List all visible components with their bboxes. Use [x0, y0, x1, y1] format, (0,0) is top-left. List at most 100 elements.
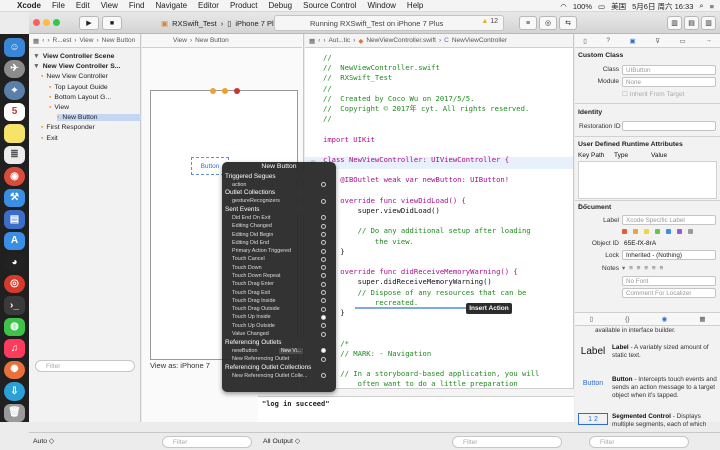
menu-debug[interactable]: Debug: [269, 1, 293, 10]
scheme-selector[interactable]: ▣ RXSwift_Test › ▯ iPhone 7 Plus: [161, 16, 282, 30]
connection-circle-icon[interactable]: [321, 273, 326, 279]
menu-product[interactable]: Product: [230, 1, 258, 10]
outline-item[interactable]: ▪ New Button: [57, 114, 141, 122]
menu-navigate[interactable]: Navigate: [155, 1, 187, 10]
code-line[interactable]: super.viewDidLoad(): [323, 206, 440, 216]
hud-connection-item[interactable]: Touch Down Repeat: [222, 272, 336, 280]
udra-col-type[interactable]: Type: [614, 152, 628, 159]
class-field[interactable]: UIButton: [622, 65, 716, 75]
connection-circle-icon[interactable]: [321, 348, 326, 354]
jump-item[interactable]: R...est: [53, 37, 72, 44]
exit-icon[interactable]: [234, 88, 240, 94]
chrome-icon[interactable]: ◉: [4, 167, 25, 186]
quick-help-icon[interactable]: ?: [606, 37, 610, 44]
close-window-button[interactable]: [33, 19, 40, 26]
debug-console[interactable]: "log in succeed": [258, 388, 574, 422]
jump-item[interactable]: View: [79, 37, 93, 44]
library-filter[interactable]: Filter: [589, 436, 689, 448]
safari-icon[interactable]: ⌖: [4, 81, 25, 100]
connection-circle-icon[interactable]: [321, 182, 326, 188]
trash-icon[interactable]: 🗑: [4, 403, 25, 422]
outline-item[interactable]: ▪ New View Controller: [41, 73, 141, 80]
zoom-window-button[interactable]: [53, 19, 60, 26]
outline-item[interactable]: ▪ View: [49, 104, 141, 111]
font-field[interactable]: No Font: [622, 276, 716, 286]
jump-item[interactable]: New Button: [102, 37, 136, 44]
hud-connection-item[interactable]: Touch Up Outside: [222, 322, 336, 330]
xcode-icon[interactable]: ⚒: [4, 188, 25, 207]
connection-circle-icon[interactable]: [321, 265, 326, 271]
size-inspector-icon[interactable]: ▭: [680, 37, 686, 45]
connection-circle-icon[interactable]: [321, 323, 326, 329]
hud-section-header[interactable]: Outlet Collections: [222, 188, 336, 198]
hud-connection-item[interactable]: Value Changed: [222, 330, 336, 338]
code-line[interactable]: the view.: [323, 237, 414, 247]
hud-section-header[interactable]: Sent Events: [222, 205, 336, 214]
hud-connection-item[interactable]: action: [222, 180, 336, 188]
grid-icon[interactable]: ▦: [33, 37, 39, 45]
module-field[interactable]: None: [622, 77, 716, 87]
menu-icon[interactable]: ≡: [710, 2, 714, 11]
code-line[interactable]: // Dispose of any resources that can be: [323, 288, 527, 298]
variables-filter[interactable]: Filter: [162, 436, 252, 448]
outline-filter[interactable]: Filter: [35, 360, 135, 372]
connection-circle-icon[interactable]: [321, 306, 326, 312]
hud-connection-item[interactable]: Editing Did Begin: [222, 230, 336, 238]
chevron-left-icon[interactable]: ‹: [42, 37, 44, 44]
console-filter[interactable]: Filter: [452, 436, 562, 448]
notes-icon[interactable]: [4, 124, 25, 143]
hud-connection-item[interactable]: Touch Up Inside: [222, 313, 336, 321]
hud-connection-item[interactable]: Touch Drag Inside: [222, 297, 336, 305]
simulator-icon[interactable]: ▤: [4, 210, 25, 229]
menu-find[interactable]: Find: [129, 1, 145, 10]
minimize-window-button[interactable]: [43, 19, 50, 26]
code-line[interactable]: override func didReceiveMemoryWarning() …: [323, 267, 517, 277]
code-line[interactable]: override func viewDidLoad() {: [323, 196, 466, 206]
label-color-swatch[interactable]: [633, 229, 638, 234]
label-color-swatches[interactable]: [622, 229, 695, 234]
chevron-right-icon[interactable]: ›: [323, 37, 325, 44]
comment-field[interactable]: Comment For Localizer: [622, 288, 716, 298]
hud-section-header[interactable]: Referencing Outlet Collections: [222, 363, 336, 372]
connection-circle-icon[interactable]: [321, 290, 326, 296]
inherit-checkbox[interactable]: ☐ Inherit From Target: [622, 90, 684, 98]
code-snippet-icon[interactable]: {}: [625, 316, 629, 323]
object-library-icon[interactable]: ◉: [662, 315, 668, 323]
udra-col-value[interactable]: Value: [651, 152, 667, 159]
outline-item[interactable]: ▪ Top Layout Guide: [49, 84, 141, 91]
connection-circle-icon[interactable]: [321, 198, 326, 204]
view-as-device[interactable]: View as: iPhone 7: [150, 361, 210, 370]
finder-icon[interactable]: ☺: [4, 38, 25, 57]
outline-item[interactable]: ▪ Bottom Layout G...: [49, 94, 141, 101]
connection-circle-icon[interactable]: [321, 356, 326, 362]
code-line[interactable]: //: [323, 84, 332, 94]
connection-circle-icon[interactable]: [321, 232, 326, 237]
outline-item[interactable]: ▪ Exit: [41, 135, 141, 142]
jump-item[interactable]: View: [173, 37, 187, 44]
stop-button[interactable]: ■: [102, 16, 122, 30]
code-line[interactable]: // Copyright © 2017年 cyt. All rights res…: [323, 104, 529, 114]
hud-connection-item[interactable]: Touch Drag Outside: [222, 305, 336, 313]
connection-circle-icon[interactable]: [321, 314, 326, 320]
grid-icon[interactable]: ▦: [309, 37, 315, 45]
file-inspector-icon[interactable]: ▯: [583, 37, 587, 45]
code-line[interactable]: // MARK: - Navigation: [323, 349, 431, 359]
connection-circle-icon[interactable]: [321, 240, 326, 246]
library-item-button[interactable]: Button Button - Intercepts touch events …: [575, 376, 720, 400]
library-item-segmented[interactable]: 1 2 Segmented Control - Displays multipl…: [575, 413, 720, 429]
menu-help[interactable]: Help: [407, 1, 423, 10]
media-library-icon[interactable]: ▦: [699, 315, 705, 323]
code-line[interactable]: //: [323, 53, 332, 63]
restoration-id-field[interactable]: [622, 121, 716, 131]
code-line[interactable]: @IBOutlet weak var newButton: UIButton!: [323, 175, 509, 185]
file-template-icon[interactable]: ▯: [590, 315, 594, 323]
chevron-right-icon[interactable]: ›: [47, 37, 49, 44]
first-responder-icon[interactable]: [222, 88, 228, 94]
label-color-swatch[interactable]: [688, 229, 693, 234]
itunes-icon[interactable]: ♫: [4, 339, 25, 358]
code-line[interactable]: // Created by Coco Wu on 2017/5/5.: [323, 94, 474, 104]
hud-connection-item[interactable]: Editing Changed: [222, 222, 336, 230]
downloads-icon[interactable]: ⇩: [4, 382, 25, 401]
outline-item[interactable]: ▼ New View Controller S...: [33, 63, 141, 70]
label-color-swatch[interactable]: [677, 229, 682, 234]
